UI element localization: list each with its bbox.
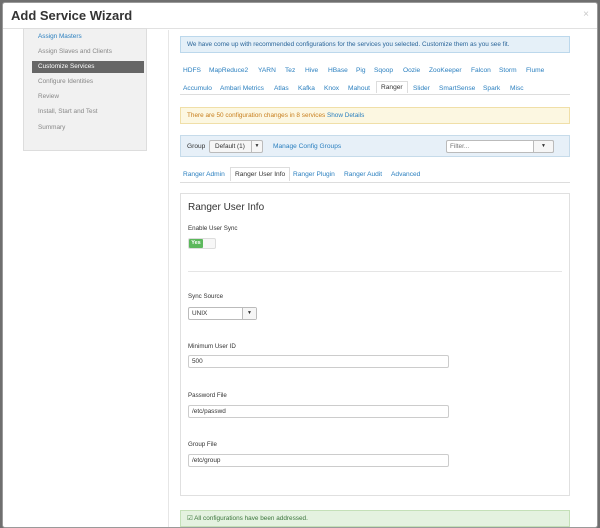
tab-misc[interactable]: Misc (510, 85, 524, 92)
config-changes-banner: There are 50 configuration changes in 8 … (180, 107, 570, 124)
tab-mapreduce2[interactable]: MapReduce2 (209, 67, 248, 74)
tab-hive[interactable]: Hive (305, 67, 318, 74)
config-changes-text: There are 50 configuration changes in 8 … (187, 112, 326, 119)
config-group-bar: Group Default (1) ▼ Manage Config Groups… (180, 135, 570, 157)
tab-flume[interactable]: Flume (526, 67, 544, 74)
success-text: All configurations have been addressed. (194, 515, 308, 522)
tab-hbase[interactable]: HBase (328, 67, 348, 74)
tab-advanced[interactable]: Advanced (391, 171, 420, 178)
tab-atlas[interactable]: Atlas (274, 85, 289, 92)
toggle-on-label: Yes (189, 239, 203, 248)
tab-kafka[interactable]: Kafka (298, 85, 315, 92)
ranger-user-info-panel: Ranger User Info Enable User Sync Yes Sy… (180, 193, 570, 496)
modal-header: Add Service Wizard × (3, 3, 597, 29)
panel-title: Ranger User Info (188, 202, 265, 213)
sidebar-item-install-start-test: Install, Start and Test (38, 108, 98, 115)
sync-source-label: Sync Source (188, 293, 224, 300)
sidebar-item-assign-masters[interactable]: Assign Masters (32, 31, 142, 43)
sidebar-item-customize-services[interactable]: Customize Services (32, 61, 144, 73)
tab-ranger-admin[interactable]: Ranger Admin (183, 171, 225, 178)
group-label: Group (187, 143, 206, 150)
tab-spark[interactable]: Spark (483, 85, 500, 92)
sidebar-item-assign-slaves: Assign Slaves and Clients (38, 48, 112, 55)
sync-source-select[interactable]: UNIX ▼ (188, 307, 257, 320)
check-icon: ☑ (187, 515, 193, 522)
tab-oozie[interactable]: Oozie (403, 67, 420, 74)
tab-yarn[interactable]: YARN (258, 67, 276, 74)
section-divider (188, 271, 562, 272)
sidebar-item-review: Review (38, 93, 59, 100)
success-banner: ☑ All configurations have been addressed… (180, 510, 570, 527)
sync-source-value: UNIX (192, 310, 208, 317)
group-file-label: Group File (188, 441, 217, 448)
caret-down-icon[interactable]: ▼ (251, 141, 262, 152)
manage-config-groups-link[interactable]: Manage Config Groups (273, 143, 341, 150)
service-tabs-divider (180, 94, 570, 95)
sidebar-item-configure-identities: Configure Identities (38, 78, 94, 85)
password-file-input[interactable]: /etc/passwd (188, 405, 449, 418)
tab-ranger-audit[interactable]: Ranger Audit (344, 171, 382, 178)
minimum-user-id-input[interactable]: 500 (188, 355, 449, 368)
sidebar-item-summary: Summary (38, 124, 66, 131)
tab-pig[interactable]: Pig (356, 67, 366, 74)
tab-zookeeper[interactable]: ZooKeeper (429, 67, 462, 74)
tab-hdfs[interactable]: HDFS (183, 67, 201, 74)
tab-storm[interactable]: Storm (499, 67, 517, 74)
tab-falcon[interactable]: Falcon (471, 67, 491, 74)
password-file-label: Password File (188, 392, 227, 399)
group-file-input[interactable]: /etc/group (188, 454, 449, 467)
config-group-select[interactable]: Default (1) ▼ (209, 140, 263, 153)
minimum-user-id-label: Minimum User ID (188, 343, 236, 350)
close-icon[interactable]: × (583, 9, 589, 20)
info-banner: We have come up with recommended configu… (180, 36, 570, 53)
caret-down-icon[interactable]: ▼ (242, 308, 256, 319)
tab-sqoop[interactable]: Sqoop (374, 67, 393, 74)
tab-ranger-plugin[interactable]: Ranger Plugin (293, 171, 335, 178)
tab-mahout[interactable]: Mahout (348, 85, 370, 92)
add-service-wizard-modal: Add Service Wizard × Assign Masters Assi… (2, 2, 598, 528)
tab-knox[interactable]: Knox (324, 85, 339, 92)
tab-tez[interactable]: Tez (285, 67, 295, 74)
sub-tabs-divider (180, 182, 570, 183)
content-divider (168, 30, 169, 527)
page-title: Add Service Wizard (11, 8, 133, 23)
enable-user-sync-label: Enable User Sync (188, 225, 238, 232)
filter-dropdown-icon[interactable]: ▼ (533, 140, 554, 153)
tab-ranger[interactable]: Ranger (376, 81, 408, 93)
config-group-value: Default (1) (215, 143, 245, 150)
tab-ranger-user-info[interactable]: Ranger User Info (230, 167, 291, 181)
enable-user-sync-toggle[interactable]: Yes (188, 238, 216, 249)
tab-smartsense[interactable]: SmartSense (439, 85, 475, 92)
tab-accumulo[interactable]: Accumulo (183, 85, 212, 92)
tab-ambari-metrics[interactable]: Ambari Metrics (220, 85, 264, 92)
wizard-steps-sidebar: Assign Masters Assign Slaves and Clients… (23, 28, 147, 151)
show-details-link[interactable]: Show Details (327, 112, 364, 119)
tab-slider[interactable]: Slider (413, 85, 430, 92)
